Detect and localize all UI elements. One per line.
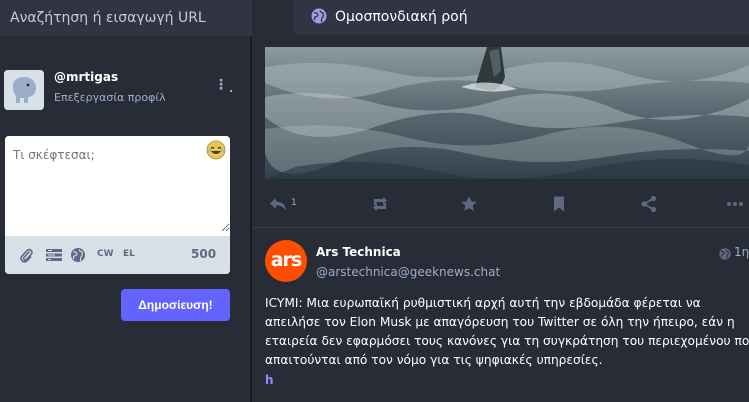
poll-icon[interactable] [45,247,63,263]
column-header[interactable]: Ομοσπονδιακή ροή [294,0,749,34]
ars-logo: ars [270,249,303,271]
bookmark-icon[interactable] [550,195,568,213]
compose-textarea[interactable] [5,136,230,232]
post-timestamp[interactable]: 1η [734,245,749,259]
character-counter: 500 [191,247,217,261]
post-text-line: απαιτούνται από τον νόμο για τις ψηφιακέ… [265,353,603,367]
emoji-icon[interactable] [206,140,226,160]
boost-icon[interactable] [371,195,389,213]
media-attachment[interactable] [265,47,749,179]
post-text-line: απειλήσε τον Elon Musk με απαγόρευση του… [265,315,735,329]
reply-count: 1 [291,198,297,208]
ocean-image [265,47,749,179]
globe-icon [311,8,327,24]
profile-menu-icon[interactable]: ⋮ [214,78,228,92]
profile-card: @mrtigas Επεξεργασία προφίλ ⋮ [0,62,250,118]
favourite-icon[interactable] [460,195,478,213]
post-text-line: εταιρεία δεν εφαρμόσει τους κανόνες για … [265,334,749,348]
profile-username[interactable]: @mrtigas [54,70,118,84]
post-display-name[interactable]: Ars Technica [316,245,401,259]
attachment-icon[interactable] [19,247,33,263]
globe-visibility-icon[interactable] [70,247,86,263]
post-avatar[interactable]: ars [265,240,307,282]
profile-dot [230,90,232,92]
avatar[interactable] [4,70,44,110]
search-bar[interactable]: Αναζήτηση ή εισαγωγή URL [0,0,282,36]
elephant-icon [4,70,44,110]
post-link[interactable]: h [265,373,274,387]
post-content: ICYMI: Μια ευρωπαϊκή ρυθμιστική αρχή αυτ… [265,294,749,370]
publish-button[interactable]: Δημοσίευση! [121,289,230,321]
compose-form: CW EL 500 [5,136,230,274]
column-title: Ομοσπονδιακή ροή [335,9,468,25]
content-warning-button[interactable]: CW [97,249,114,259]
public-visibility-icon [719,248,731,260]
post-divider [252,227,749,228]
search-input[interactable]: Αναζήτηση ή εισαγωγή URL [10,0,206,36]
share-icon[interactable] [640,195,658,213]
language-button[interactable]: EL [123,249,135,259]
reply-icon[interactable] [269,195,287,213]
edit-profile-link[interactable]: Επεξεργασία προφίλ [54,91,166,104]
compose-toolbar: CW EL 500 [5,236,230,274]
post-handle[interactable]: @arstechnica@geeknews.chat [316,265,500,279]
app-root: Αναζήτηση ή εισαγωγή URL @mrtigas Επεξερ… [0,0,749,402]
more-options-icon[interactable] [726,195,744,213]
media-post-actions [252,186,749,222]
post-text-line: ICYMI: Μια ευρωπαϊκή ρυθμιστική αρχή αυτ… [265,296,701,310]
